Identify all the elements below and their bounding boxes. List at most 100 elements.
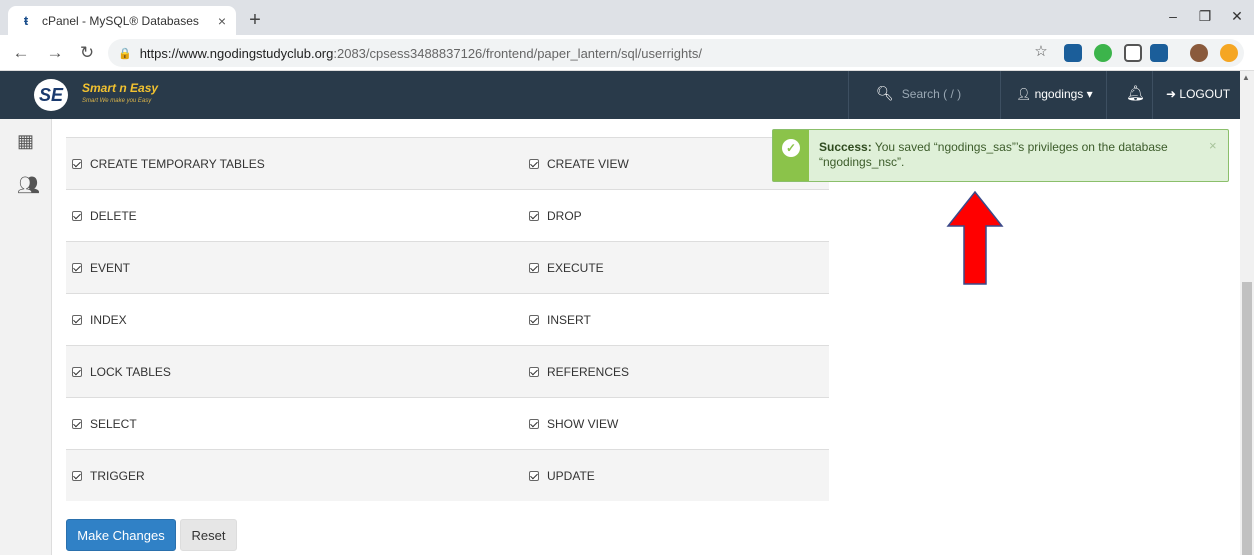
privilege-option[interactable]: EXECUTE (529, 261, 604, 275)
extension-icon[interactable] (1094, 44, 1112, 62)
restore-button[interactable]: ❐ (1190, 8, 1220, 25)
tab-close-icon[interactable]: × (218, 13, 226, 29)
privilege-option[interactable]: LOCK TABLES (72, 365, 171, 379)
privilege-checkbox[interactable] (529, 366, 539, 377)
privilege-checkbox[interactable] (529, 262, 539, 273)
back-icon[interactable]: ← (10, 43, 32, 63)
privilege-label: DELETE (90, 208, 137, 223)
privilege-option[interactable]: UPDATE (529, 469, 595, 483)
minimize-button[interactable]: – (1158, 8, 1188, 24)
scroll-up-icon[interactable]: ▲ (1242, 73, 1250, 82)
privilege-checkbox[interactable] (72, 418, 82, 429)
logout-icon: ➜ (1166, 87, 1177, 101)
privilege-label: DROP (547, 208, 582, 223)
privilege-option[interactable]: INDEX (72, 313, 127, 327)
privilege-option[interactable]: EVENT (72, 261, 130, 275)
privilege-checkbox[interactable] (72, 262, 82, 273)
users-icon[interactable]: 👥︎ (17, 175, 40, 196)
reload-icon[interactable]: ↻ (76, 43, 98, 63)
privilege-label: CREATE VIEW (547, 156, 629, 171)
profile-avatar[interactable] (1190, 44, 1208, 62)
privilege-label: CREATE TEMPORARY TABLES (90, 156, 265, 171)
logo-tagline: Smart We make you Easy (82, 98, 152, 104)
url-path: :2083/cpsess3488837126/frontend/paper_la… (333, 45, 702, 61)
logo-name: Smart n Easy (82, 81, 159, 95)
privilege-checkbox[interactable] (529, 314, 539, 325)
alert-close-icon[interactable]: × (1209, 138, 1217, 153)
privilege-row: EVENT EXECUTE (66, 241, 829, 293)
privilege-checkbox[interactable] (72, 314, 82, 325)
new-tab-button[interactable]: + (244, 9, 266, 32)
privilege-label: TRIGGER (90, 468, 145, 483)
privilege-checkbox[interactable] (529, 470, 539, 481)
privilege-option[interactable]: TRIGGER (72, 469, 145, 483)
bookmark-star-icon[interactable]: ☆ (1030, 42, 1052, 60)
privilege-label: INDEX (90, 312, 127, 327)
privilege-checkbox[interactable] (72, 366, 82, 377)
privilege-option[interactable]: DELETE (72, 209, 137, 223)
privilege-label: SHOW VIEW (547, 416, 619, 431)
extension-icon[interactable] (1124, 44, 1142, 62)
divider (1000, 71, 1001, 119)
search-placeholder: Search ( / ) (901, 86, 962, 101)
url-host: https://www.ngodingstudyclub.org (139, 45, 334, 61)
privilege-option[interactable]: SELECT (72, 417, 137, 431)
privileges-table: CREATE TEMPORARY TABLES CREATE VIEW DELETE… (66, 137, 829, 501)
extension-icon[interactable] (1150, 44, 1168, 62)
sidebar: ▦ 👥︎ (0, 119, 52, 555)
privilege-label: LOCK TABLES (90, 364, 171, 379)
privilege-label: EXECUTE (547, 260, 604, 275)
address-toolbar: ← → ↻ 🔒 https://www.ngodingstudyclub.org… (0, 35, 1254, 71)
alert-text: You saved “ngodings_sas”’s privileges on… (819, 140, 1168, 169)
search-input[interactable]: 🔍︎ Search ( / ) (876, 85, 961, 102)
search-icon: 🔍︎ (876, 85, 894, 101)
tab-title: cPanel - MySQL® Databases (42, 13, 199, 28)
grid-icon[interactable]: ▦ (17, 131, 34, 152)
window-close-button[interactable]: ✕ (1222, 8, 1252, 25)
privilege-row: SELECT SHOW VIEW (66, 397, 829, 449)
lock-icon: 🔒 (118, 47, 132, 60)
scrollbar-thumb[interactable] (1242, 282, 1252, 555)
privilege-checkbox[interactable] (529, 210, 539, 221)
privilege-checkbox[interactable] (72, 210, 82, 221)
privilege-label: REFERENCES (547, 364, 630, 379)
make-changes-button[interactable]: Make Changes (66, 519, 176, 551)
extension-icon[interactable] (1064, 44, 1082, 62)
privilege-checkbox[interactable] (529, 158, 539, 169)
alert-label: Success: (819, 140, 872, 154)
check-circle-icon: ✓ (782, 139, 800, 157)
privilege-option[interactable]: CREATE VIEW (529, 157, 629, 171)
privilege-option[interactable]: CREATE TEMPORARY TABLES (72, 157, 265, 171)
privilege-checkbox[interactable] (72, 158, 82, 169)
divider (848, 71, 849, 119)
update-alert-icon[interactable] (1220, 44, 1238, 62)
red-arrow-annotation (946, 190, 1004, 285)
success-alert: ✓ Success: You saved “ngodings_sas”’s pr… (772, 129, 1229, 182)
browser-tab[interactable]: ŧ cPanel - MySQL® Databases × (8, 6, 236, 35)
cpanel-header: SE Smart n Easy Smart We make you Easy 🔍… (0, 71, 1240, 119)
privilege-label: UPDATE (547, 468, 595, 483)
privilege-label: EVENT (90, 260, 131, 275)
privilege-option[interactable]: REFERENCES (529, 365, 629, 379)
cpanel-favicon-icon: ŧ (23, 13, 29, 28)
privilege-row: LOCK TABLES REFERENCES (66, 345, 829, 397)
privilege-row: INDEX INSERT (66, 293, 829, 345)
privilege-option[interactable]: DROP (529, 209, 582, 223)
privilege-checkbox[interactable] (529, 418, 539, 429)
divider (1152, 71, 1153, 119)
user-label: ngodings ▾ (1034, 87, 1093, 101)
privilege-checkbox[interactable] (72, 470, 82, 481)
privilege-option[interactable]: INSERT (529, 313, 591, 327)
bell-icon[interactable]: 🔔︎ (1126, 84, 1145, 102)
reset-button[interactable]: Reset (180, 519, 237, 551)
privilege-label: SELECT (90, 416, 137, 431)
user-icon: 👤︎ (1016, 87, 1032, 101)
privilege-option[interactable]: SHOW VIEW (529, 417, 618, 431)
privilege-row: TRIGGER UPDATE (66, 449, 829, 501)
user-menu[interactable]: 👤︎ ngodings ▾ (1016, 87, 1093, 101)
browser-tabbar: ŧ cPanel - MySQL® Databases × + – ❐ ✕ (0, 0, 1254, 35)
privilege-row: CREATE TEMPORARY TABLES CREATE VIEW (66, 137, 829, 189)
site-logo-icon[interactable]: SE (34, 79, 68, 111)
logout-button[interactable]: ➜ LOGOUT (1166, 87, 1230, 101)
forward-icon[interactable]: → (44, 43, 66, 63)
